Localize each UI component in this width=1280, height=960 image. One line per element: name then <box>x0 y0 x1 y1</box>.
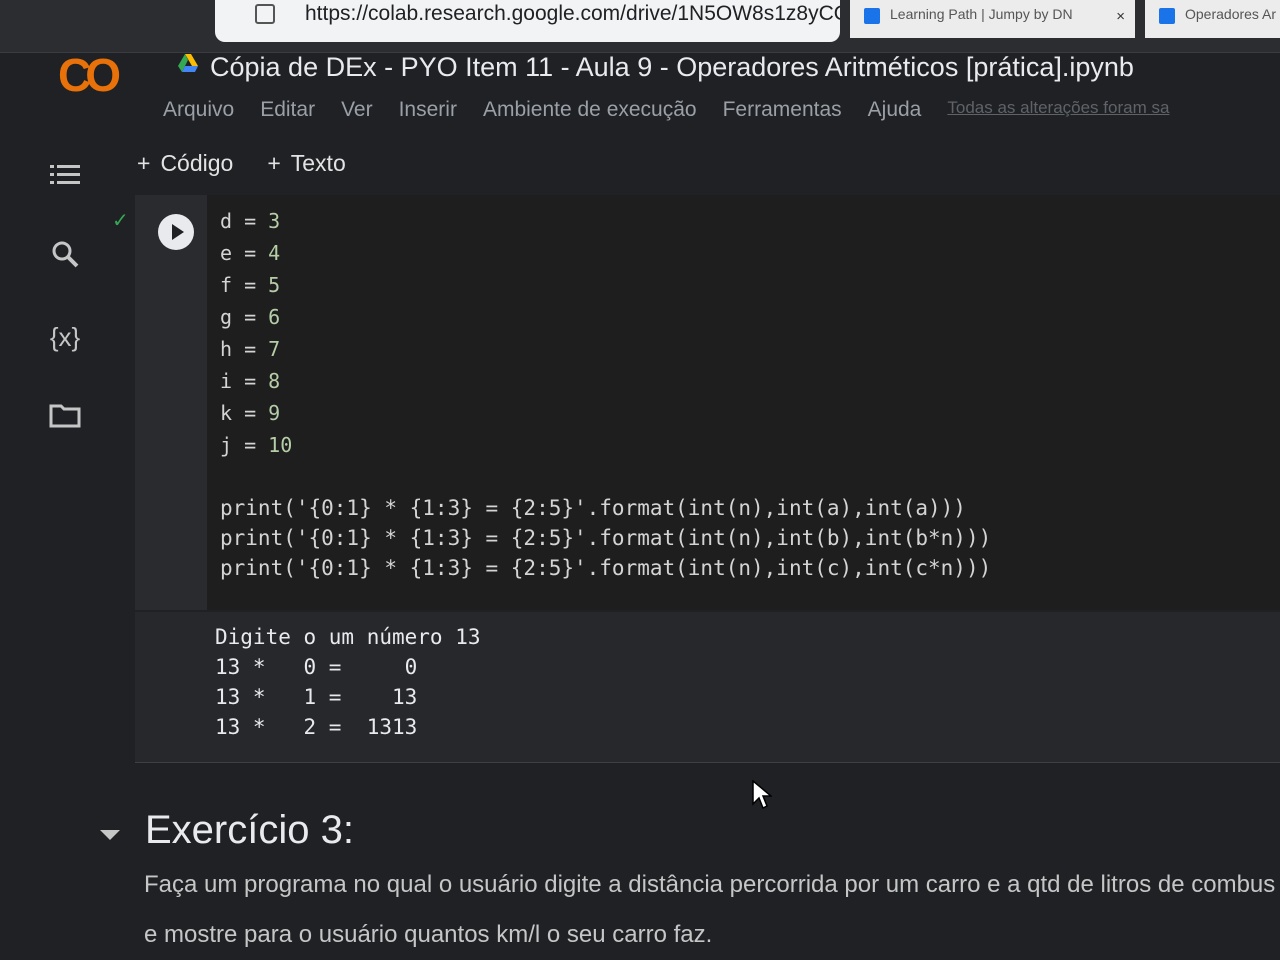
browser-tab-learning-path[interactable]: Learning Path | Jumpy by DN × <box>850 0 1135 38</box>
var-value: 5 <box>268 273 281 297</box>
code-line: j = 10 <box>220 433 293 457</box>
add-text-button[interactable]: + Texto <box>267 150 345 177</box>
menu-ambiente-de-execucao[interactable]: Ambiente de execução <box>483 98 697 122</box>
description-line: e mostre para o usuário quantos km/l o s… <box>144 921 713 948</box>
colab-logo[interactable]: CO <box>58 48 121 102</box>
menu-ferramentas[interactable]: Ferramentas <box>723 98 842 122</box>
var-value: 9 <box>268 401 281 425</box>
var-name: g <box>220 305 233 329</box>
exercise-description: Faça um programa no qual o usuário digit… <box>144 860 1275 960</box>
menu-bar: Arquivo Editar Ver Inserir Ambiente de e… <box>163 98 1169 122</box>
var-value: 6 <box>268 305 281 329</box>
cell-gutter <box>135 195 207 610</box>
print-line: print('{0:1} * {1:3} = {2:5}'.format(int… <box>220 526 992 550</box>
menu-editar[interactable]: Editar <box>260 98 315 122</box>
output-line: 13 * 2 = 1313 <box>215 715 418 739</box>
var-name: d <box>220 209 233 233</box>
print-line: print('{0:1} * {1:3} = {2:5}'.format(int… <box>220 556 992 580</box>
browser-bar: https://colab.research.google.com/drive/… <box>0 0 1280 53</box>
var-name: j <box>220 433 233 457</box>
address-bar[interactable]: https://colab.research.google.com/drive/… <box>215 0 840 42</box>
code-line: k = 9 <box>220 401 281 425</box>
var-value: 7 <box>268 337 281 361</box>
var-name: k <box>220 401 233 425</box>
output-line: 13 * 0 = 0 <box>215 655 418 679</box>
add-code-label: Código <box>160 150 234 176</box>
run-cell-button[interactable] <box>158 214 194 250</box>
variables-icon[interactable]: {x} <box>48 320 82 354</box>
var-name: f <box>220 273 233 297</box>
executed-check-icon: ✓ <box>112 210 129 232</box>
code-line: d = 3 <box>220 209 281 233</box>
print-line: print('{0:1} * {1:3} = {2:5}'.format(int… <box>220 496 966 520</box>
menu-ver[interactable]: Ver <box>341 98 373 122</box>
url-text[interactable]: https://colab.research.google.com/drive/… <box>305 2 840 26</box>
add-text-label: Texto <box>290 150 346 176</box>
code-line: e = 4 <box>220 241 281 265</box>
page-icon <box>255 4 275 24</box>
section-heading: Exercício 3: <box>145 808 354 852</box>
var-value: 8 <box>268 369 281 393</box>
code-line: f = 5 <box>220 273 281 297</box>
table-of-contents-icon[interactable] <box>48 162 82 196</box>
plus-icon: + <box>137 150 151 176</box>
description-line: Faça um programa no qual o usuário digit… <box>144 871 1276 898</box>
output-line: Digite o um número 13 <box>215 625 481 649</box>
plus-icon: + <box>267 150 281 176</box>
save-status-link[interactable]: Todas as alterações foram sa <box>947 98 1169 122</box>
menu-arquivo[interactable]: Arquivo <box>163 98 234 122</box>
code-line: i = 8 <box>220 369 281 393</box>
insert-toolbar: + Código + Texto <box>137 150 346 177</box>
var-name: e <box>220 241 233 265</box>
folder-icon[interactable] <box>48 402 82 436</box>
tab-label: Operadores Ar <box>1185 6 1277 22</box>
output-text: Digite o um número 13 13 * 0 = 0 13 * 1 … <box>215 622 481 742</box>
collapse-caret-icon[interactable] <box>100 830 120 840</box>
code-line: g = 6 <box>220 305 281 329</box>
menu-ajuda[interactable]: Ajuda <box>868 98 922 122</box>
var-value: 10 <box>268 433 293 457</box>
tab-favicon-icon <box>864 8 880 24</box>
drive-icon <box>178 54 198 72</box>
notebook-title[interactable]: Cópia de DEx - PYO Item 11 - Aula 9 - Op… <box>210 52 1134 83</box>
code-line: h = 7 <box>220 337 281 361</box>
add-code-button[interactable]: + Código <box>137 150 233 177</box>
play-icon <box>172 224 184 240</box>
var-value: 4 <box>268 241 281 265</box>
cell-output: Digite o um número 13 13 * 0 = 0 13 * 1 … <box>135 612 1280 763</box>
var-value: 3 <box>268 209 281 233</box>
tab-favicon-icon <box>1159 8 1175 24</box>
var-name: i <box>220 369 233 393</box>
output-line: 13 * 1 = 13 <box>215 685 418 709</box>
code-editor[interactable]: d = 3 e = 4 f = 5 g = 6 h = 7 i = 8 k = … <box>220 205 991 583</box>
browser-tab-operadores[interactable]: Operadores Ar <box>1145 0 1280 38</box>
search-icon[interactable] <box>48 240 82 274</box>
tab-label: Learning Path | Jumpy by DN <box>890 6 1073 22</box>
var-name: h <box>220 337 233 361</box>
close-tab-icon[interactable]: × <box>1116 8 1125 25</box>
menu-inserir[interactable]: Inserir <box>399 98 457 122</box>
